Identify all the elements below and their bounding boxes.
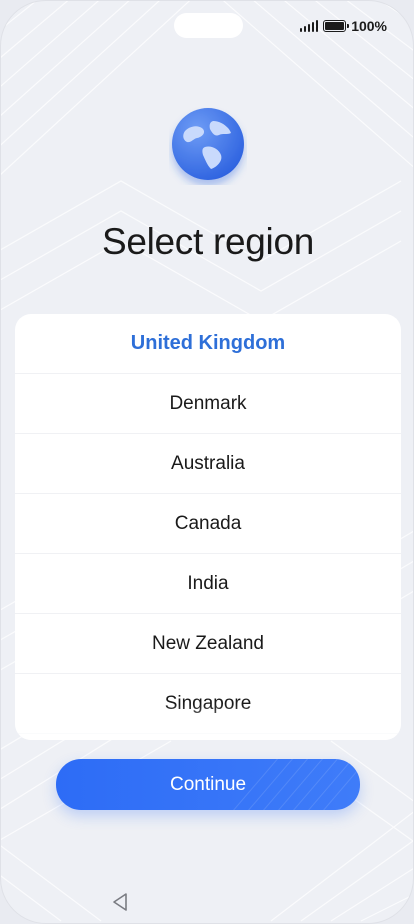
signal-icon <box>299 20 319 32</box>
region-item-denmark[interactable]: Denmark <box>15 374 401 434</box>
battery-percentage: 100% <box>351 18 387 34</box>
battery-icon <box>323 20 350 32</box>
region-item-india[interactable]: India <box>15 554 401 614</box>
globe-icon <box>169 107 247 185</box>
page-title: Select region <box>101 221 315 262</box>
region-item-singapore[interactable]: Singapore <box>15 674 401 734</box>
back-triangle-icon[interactable] <box>109 891 131 913</box>
status-bar: 100% <box>299 17 387 35</box>
phone-screen: 100% Select region United Kingdom Denmar… <box>0 0 414 924</box>
continue-label: Continue <box>169 773 247 795</box>
region-list[interactable]: United Kingdom Denmark Australia Canada … <box>15 314 401 740</box>
region-item-united-kingdom[interactable]: United Kingdom <box>15 314 401 374</box>
continue-button[interactable]: Continue <box>56 759 360 810</box>
camera-pill <box>174 13 243 38</box>
region-item-new-zealand[interactable]: New Zealand <box>15 614 401 674</box>
region-item-canada[interactable]: Canada <box>15 494 401 554</box>
region-item-australia[interactable]: Australia <box>15 434 401 494</box>
